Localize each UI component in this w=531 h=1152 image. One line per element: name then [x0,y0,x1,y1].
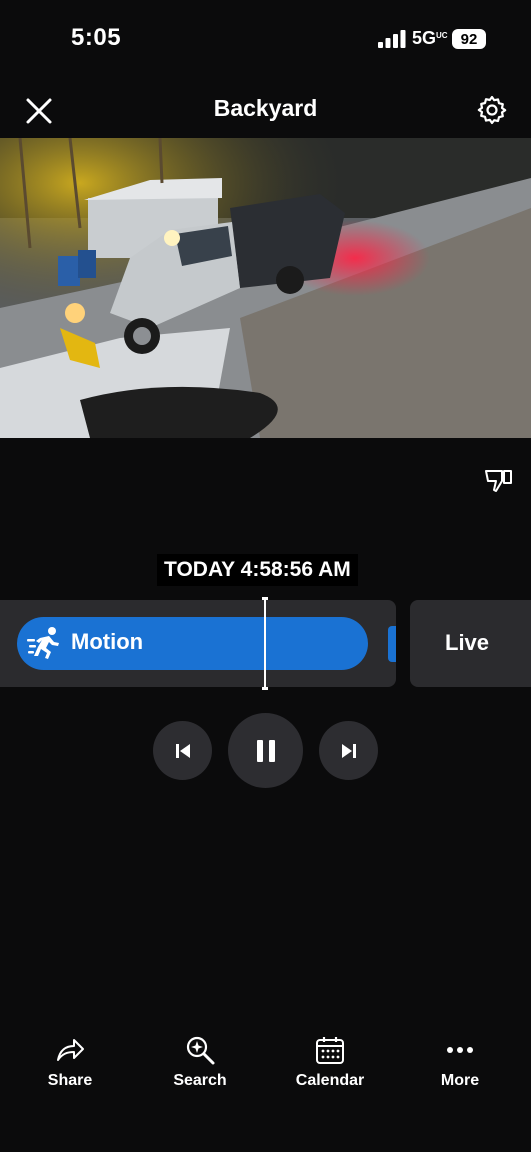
share-arrow-icon [57,1039,84,1061]
night-vision-scene [0,138,531,438]
gear-icon[interactable] [476,94,508,126]
live-label: Live [445,630,490,655]
timeline-playhead[interactable] [264,598,266,690]
status-bar: 5:05 5GUC 92 [0,0,531,80]
pause-button[interactable] [228,713,303,788]
nav-more[interactable]: More [405,1030,515,1100]
network-type: 5GUC [412,28,448,49]
battery-indicator: 92 [452,29,486,49]
motion-event-bar[interactable] [17,617,368,670]
search-sparkle-icon [186,1036,215,1065]
cellular-signal-icon [378,30,406,48]
page-title: Backyard [213,95,318,121]
skip-next-icon [341,743,356,758]
pause-icon [256,739,275,762]
next-event-bar[interactable] [388,626,396,662]
next-event-button[interactable] [319,721,378,780]
camera-video-feed[interactable] [0,138,531,438]
status-time: 5:05 [71,24,122,51]
nav-more-label: More [440,1072,480,1089]
nav-share-label: Share [47,1072,93,1089]
network-sub-label: UC [436,31,448,40]
more-dots-icon [447,1047,473,1053]
skip-previous-icon [175,743,190,758]
previous-event-button[interactable] [153,721,212,780]
timeline-timestamp: TODAY 4:58:56 AM [157,554,358,586]
nav-share[interactable]: Share [15,1030,125,1100]
nav-search-label: Search [173,1072,227,1089]
playhead-bottom-cap [262,687,268,690]
network-label: 5G [412,28,437,48]
calendar-icon [316,1037,344,1064]
nav-calendar-label: Calendar [295,1072,365,1089]
nav-calendar[interactable]: Calendar [275,1030,385,1100]
nav-search[interactable]: Search [145,1030,255,1100]
header: Backyard [0,80,531,138]
thumbs-down-icon[interactable] [483,465,515,497]
motion-event-label: Motion [71,629,144,654]
running-person-icon [27,627,59,659]
playhead-top-cap [262,597,268,600]
